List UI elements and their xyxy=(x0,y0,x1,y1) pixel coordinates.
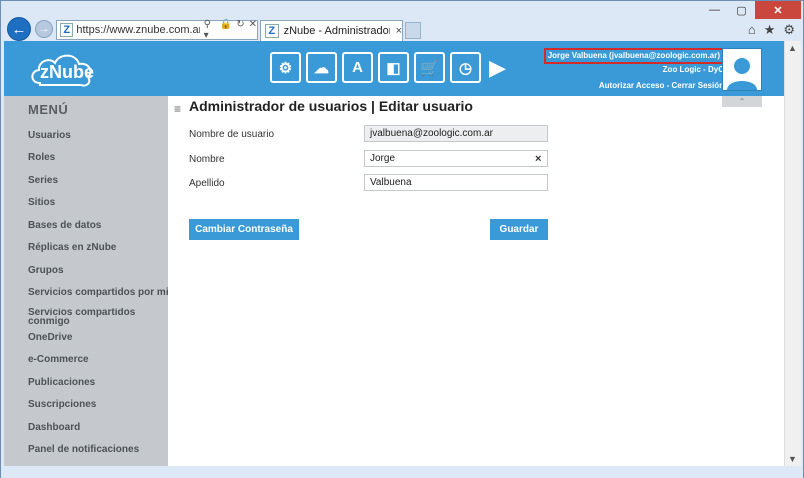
name-label: Nombre xyxy=(189,154,225,165)
clock-icon[interactable]: ◷ xyxy=(450,52,481,83)
username-label: Nombre de usuario xyxy=(189,129,275,140)
znube-logo[interactable]: zNube xyxy=(26,49,98,91)
app-header: zNube ⚙ ☁ A ◧ 🛒 ◷ ▶ Jorge Valbuena (jval… xyxy=(4,41,784,96)
tab-close-icon[interactable]: × xyxy=(396,25,402,37)
sidebar-item-notificaciones[interactable]: Panel de notificaciones xyxy=(28,444,168,455)
window-bottom-border xyxy=(1,467,803,478)
sidebar-item-onedrive[interactable]: OneDrive xyxy=(28,332,168,343)
lastname-field[interactable]: Valbuena xyxy=(364,174,548,191)
scroll-up-icon[interactable]: ▲ xyxy=(788,43,797,53)
clear-input-icon[interactable]: × xyxy=(535,153,541,165)
sidebar-item-series[interactable]: Series xyxy=(28,175,168,186)
sidebar-item-ecommerce[interactable]: e-Commerce xyxy=(28,354,168,365)
authorize-access-link[interactable]: Autorizar Acceso xyxy=(599,81,665,90)
browser-tab-active[interactable]: Z zNube - Administrador de ... × xyxy=(260,20,403,41)
next-arrow-icon[interactable]: ▶ xyxy=(489,55,506,81)
cloud-gear-icon[interactable]: ☁ xyxy=(306,52,337,83)
site-favicon-icon: Z xyxy=(60,23,74,37)
close-window-button[interactable]: ✕ xyxy=(755,1,801,19)
change-password-button[interactable]: Cambiar Contraseña xyxy=(189,219,299,240)
sidebar-item-grupos[interactable]: Grupos xyxy=(28,265,168,276)
back-button[interactable]: ← xyxy=(7,17,31,41)
link-separator: - xyxy=(666,81,670,90)
module-bar: ⚙ ☁ A ◧ 🛒 ◷ ▶ xyxy=(270,52,506,83)
lock-icon[interactable]: 🔒 xyxy=(220,19,232,41)
back-arrow-icon: ← xyxy=(11,20,27,38)
browser-window: ← → Z https://www.znube.com.ar/AccessM ⚲… xyxy=(0,0,804,478)
sidebar-menu: MENÚ Usuarios Roles Series Sitios Bases … xyxy=(4,96,168,466)
scroll-down-icon[interactable]: ▼ xyxy=(788,454,797,464)
name-field[interactable]: Jorge xyxy=(364,150,548,167)
forward-button[interactable]: → xyxy=(35,20,53,38)
user-name-label: Jorge Valbuena (jvalbuena@zoologic.com.a… xyxy=(543,48,724,64)
sidebar-item-publicaciones[interactable]: Publicaciones xyxy=(28,377,168,388)
sidebar-item-replicas[interactable]: Réplicas en zNube xyxy=(28,242,168,253)
logo-text: zNube xyxy=(40,62,94,82)
tab-title: zNube - Administrador de ... xyxy=(283,25,390,37)
settings-gear-icon[interactable]: ⚙ xyxy=(783,22,795,38)
collapse-header-button[interactable]: ⌃ xyxy=(722,96,762,107)
search-dropdown-icon[interactable]: ⚲ ▾ xyxy=(204,19,216,41)
window-controls: — ▢ ✕ xyxy=(701,1,801,19)
chevron-up-icon: ⌃ xyxy=(738,97,746,106)
sidebar-item-servicios-conmigo[interactable]: Servicios compartidos conmigo xyxy=(28,308,148,326)
user-gear-icon[interactable]: ⚙ xyxy=(270,52,301,83)
username-field: jvalbuena@zoologic.com.ar xyxy=(364,125,548,142)
refresh-icon[interactable]: ↻ xyxy=(236,19,244,41)
page-viewport: zNube ⚙ ☁ A ◧ 🛒 ◷ ▶ Jorge Valbuena (jval… xyxy=(4,41,784,466)
hamburger-menu-icon[interactable]: ≡ xyxy=(174,102,181,116)
cart-icon[interactable]: 🛒 xyxy=(414,52,445,83)
browser-toolbar: ⌂ ★ ⚙ xyxy=(748,22,795,38)
vertical-scrollbar[interactable]: ▲ ▼ xyxy=(784,41,801,466)
company-label: Zoo Logic - DyC xyxy=(662,65,724,74)
user-info: Jorge Valbuena (jvalbuena@zoologic.com.a… xyxy=(543,48,724,92)
font-icon[interactable]: A xyxy=(342,52,373,83)
user-silhouette-icon xyxy=(727,58,757,90)
stop-icon[interactable]: ✕ xyxy=(249,19,257,41)
home-icon[interactable]: ⌂ xyxy=(748,22,756,38)
favorites-star-icon[interactable]: ★ xyxy=(764,22,776,38)
box-icon[interactable]: ◧ xyxy=(378,52,409,83)
forward-arrow-icon: → xyxy=(38,23,50,35)
save-button[interactable]: Guardar xyxy=(490,219,548,240)
address-url[interactable]: https://www.znube.com.ar/AccessM xyxy=(76,24,199,36)
sidebar-item-bases-de-datos[interactable]: Bases de datos xyxy=(28,220,168,231)
new-tab-button[interactable] xyxy=(405,22,421,39)
avatar[interactable] xyxy=(722,48,762,91)
tab-favicon-icon: Z xyxy=(265,24,279,38)
sidebar-item-usuarios[interactable]: Usuarios xyxy=(28,130,168,141)
menu-title: MENÚ xyxy=(28,102,69,117)
logout-link[interactable]: Cerrar Sesión xyxy=(672,81,724,90)
page-title: Administrador de usuarios | Editar usuar… xyxy=(189,98,473,114)
sidebar-item-roles[interactable]: Roles xyxy=(28,152,168,163)
minimize-button[interactable]: — xyxy=(701,1,728,19)
lastname-label: Apellido xyxy=(189,178,225,189)
sidebar-item-dashboard[interactable]: Dashboard xyxy=(28,422,168,433)
browser-titlebar: ← → Z https://www.znube.com.ar/AccessM ⚲… xyxy=(1,1,803,41)
sidebar-item-suscripciones[interactable]: Suscripciones xyxy=(28,399,168,410)
maximize-button[interactable]: ▢ xyxy=(728,1,755,19)
address-bar[interactable]: Z https://www.znube.com.ar/AccessM ⚲ ▾ 🔒… xyxy=(56,19,258,41)
sidebar-item-sitios[interactable]: Sitios xyxy=(28,197,168,208)
sidebar-item-servicios-por-mi[interactable]: Servicios compartidos por mi xyxy=(28,287,168,298)
